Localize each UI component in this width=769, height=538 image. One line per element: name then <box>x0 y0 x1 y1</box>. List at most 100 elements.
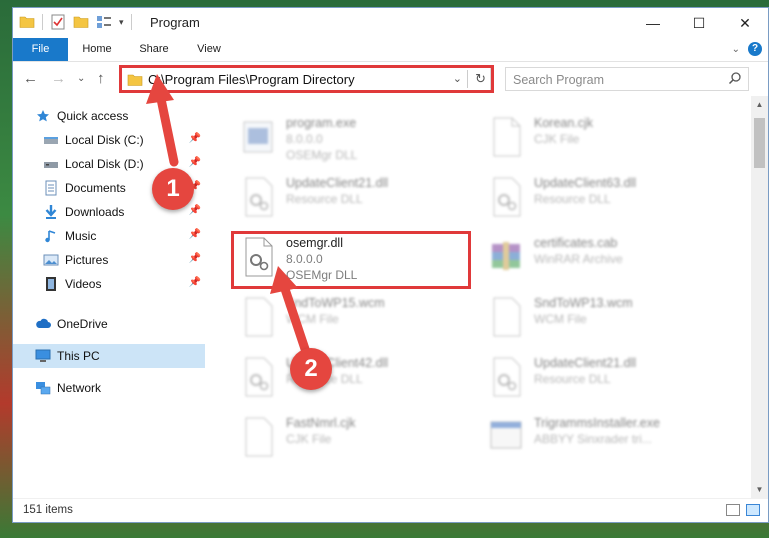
tab-file[interactable]: File <box>13 38 68 61</box>
file-highlight-box <box>231 231 471 289</box>
sidebar-item-quick-access[interactable]: Quick access <box>13 104 205 128</box>
sidebar-item-label: Network <box>57 381 102 395</box>
back-arrow-icon[interactable]: ← <box>23 70 38 87</box>
pin-icon[interactable]: 📌 <box>189 253 201 264</box>
file-type: CJK File <box>534 132 580 146</box>
network-icon <box>35 380 51 396</box>
document-file-icon <box>493 117 521 157</box>
file-item[interactable]: FastNmrl.cjk CJK File <box>236 410 486 464</box>
quick-access-toolbar: ▾ <box>19 14 132 30</box>
file-item[interactable]: SndToWP13.wcm WCM File <box>484 290 734 344</box>
pictures-icon <box>43 252 59 268</box>
pin-icon[interactable]: 📌 <box>189 229 201 240</box>
file-type: WinRAR Archive <box>534 252 623 266</box>
pin-icon[interactable]: 📌 <box>189 157 201 168</box>
close-button[interactable]: ✕ <box>722 8 768 38</box>
minimize-button[interactable]: — <box>630 8 676 38</box>
sidebar-item-network[interactable]: Network <box>13 376 205 400</box>
customize-toolbar-chevron-icon[interactable]: ▾ <box>119 17 124 28</box>
sidebar-item-label: OneDrive <box>57 317 108 331</box>
installer-file-icon <box>490 421 522 449</box>
explorer-window: ▾ Program — ☐ ✕ File Home Share View ⌄ ?… <box>12 7 769 523</box>
tab-home[interactable]: Home <box>75 38 119 61</box>
file-name: SndToWP13.wcm <box>534 296 633 310</box>
pin-icon[interactable]: 📌 <box>189 205 201 216</box>
folder-icon[interactable] <box>19 14 35 30</box>
file-item[interactable]: certificates.cab WinRAR Archive <box>484 230 734 284</box>
tab-share[interactable]: Share <box>131 38 177 61</box>
file-description: OSEMgr DLL <box>286 148 358 162</box>
window-controls: — ☐ ✕ <box>630 8 768 38</box>
new-folder-icon[interactable] <box>73 14 89 30</box>
forward-arrow-icon[interactable]: → <box>51 70 66 87</box>
sidebar-item-label: Videos <box>65 277 102 291</box>
drive-icon <box>43 156 59 172</box>
sidebar-item-this-pc[interactable]: This PC <box>13 344 205 368</box>
file-type: ABBYY Sinxrader tri... <box>534 432 652 446</box>
pin-icon[interactable]: 📌 <box>189 277 201 288</box>
window-title: Program <box>150 15 200 30</box>
file-item[interactable]: Korean.cjk CJK File <box>484 110 734 164</box>
file-name: FastNmrl.cjk <box>286 416 356 430</box>
file-name: TrigrammsInstaller.exe <box>534 416 660 430</box>
pin-icon[interactable]: 📌 <box>189 133 201 144</box>
file-type: Resource DLL <box>534 372 611 386</box>
file-name: certificates.cab <box>534 236 618 250</box>
sidebar-item-local-disk-c[interactable]: Local Disk (C:) 📌 <box>13 128 205 152</box>
sidebar-item-label: Quick access <box>57 109 129 123</box>
file-item[interactable]: UpdateClient63.dll Resource DLL <box>484 170 734 224</box>
sidebar-item-videos[interactable]: Videos 📌 <box>13 272 205 296</box>
search-icon[interactable] <box>728 71 742 85</box>
file-name: SndToWP15.wcm <box>286 296 385 310</box>
view-options-icon[interactable] <box>96 14 112 30</box>
sidebar-item-label: Documents <box>65 181 126 195</box>
file-type: CJK File <box>286 432 332 446</box>
dll-file-icon <box>493 357 521 397</box>
item-count: 151 items <box>23 504 73 516</box>
exe-file-icon <box>243 121 273 153</box>
scroll-up-arrow-icon[interactable]: ▲ <box>751 96 768 113</box>
search-input[interactable]: Search Program <box>505 67 749 91</box>
music-icon <box>43 228 59 244</box>
cloud-icon <box>35 316 51 332</box>
file-type: Resource DLL <box>534 192 611 206</box>
drive-icon <box>43 132 59 148</box>
view-toggle <box>726 504 760 516</box>
details-view-icon[interactable] <box>726 504 740 516</box>
up-arrow-icon[interactable]: ↑ <box>97 70 105 87</box>
sidebar-item-pictures[interactable]: Pictures 📌 <box>13 248 205 272</box>
file-item[interactable]: SndToWP15.wcm WCM File <box>236 290 486 344</box>
sidebar-item-label: Local Disk (D:) <box>65 157 144 171</box>
star-icon <box>35 108 51 124</box>
sidebar-item-label: Music <box>65 229 97 243</box>
file-type: WCM File <box>534 312 587 326</box>
file-name: program.exe <box>286 116 357 130</box>
expand-ribbon-chevron-icon[interactable]: ⌄ <box>732 44 740 55</box>
file-item[interactable]: UpdateClient21.dll Resource DLL <box>236 170 486 224</box>
file-item[interactable]: UpdateClient21.dll Resource DLL <box>484 350 734 404</box>
file-type: Resource DLL <box>286 192 363 206</box>
sidebar-item-onedrive[interactable]: OneDrive <box>13 312 205 336</box>
recent-locations-chevron-icon[interactable]: ⌄ <box>77 73 85 84</box>
tab-view[interactable]: View <box>189 38 229 61</box>
sidebar-item-music[interactable]: Music 📌 <box>13 224 205 248</box>
maximize-button[interactable]: ☐ <box>676 8 722 38</box>
file-item[interactable]: program.exe 8.0.0.0 OSEMgr DLL <box>236 110 486 164</box>
ribbon-right-controls: ⌄ ? <box>732 42 762 56</box>
scrollbar-thumb[interactable] <box>754 118 765 168</box>
file-item[interactable]: TrigrammsInstaller.exe ABBYY Sinxrader t… <box>484 410 734 464</box>
address-row: ← → ⌄ ↑ C:\Program Files\Program Directo… <box>13 63 768 95</box>
status-bar: 151 items <box>13 498 768 522</box>
properties-icon[interactable] <box>50 14 66 30</box>
scroll-down-arrow-icon[interactable]: ▼ <box>751 481 768 498</box>
step-badge-1: 1 <box>152 168 194 210</box>
documents-icon <box>43 180 59 196</box>
help-button[interactable]: ? <box>748 42 762 56</box>
file-item[interactable]: UpdateClient42.dll Resource DLL <box>236 350 486 404</box>
sidebar-item-label: Downloads <box>65 205 125 219</box>
file-version: 8.0.0.0 <box>286 132 323 146</box>
toolbar-divider <box>42 14 43 30</box>
toolbar-divider <box>130 14 132 30</box>
vertical-scrollbar[interactable]: ▲ ▼ <box>751 96 768 498</box>
tiles-view-icon[interactable] <box>746 504 760 516</box>
